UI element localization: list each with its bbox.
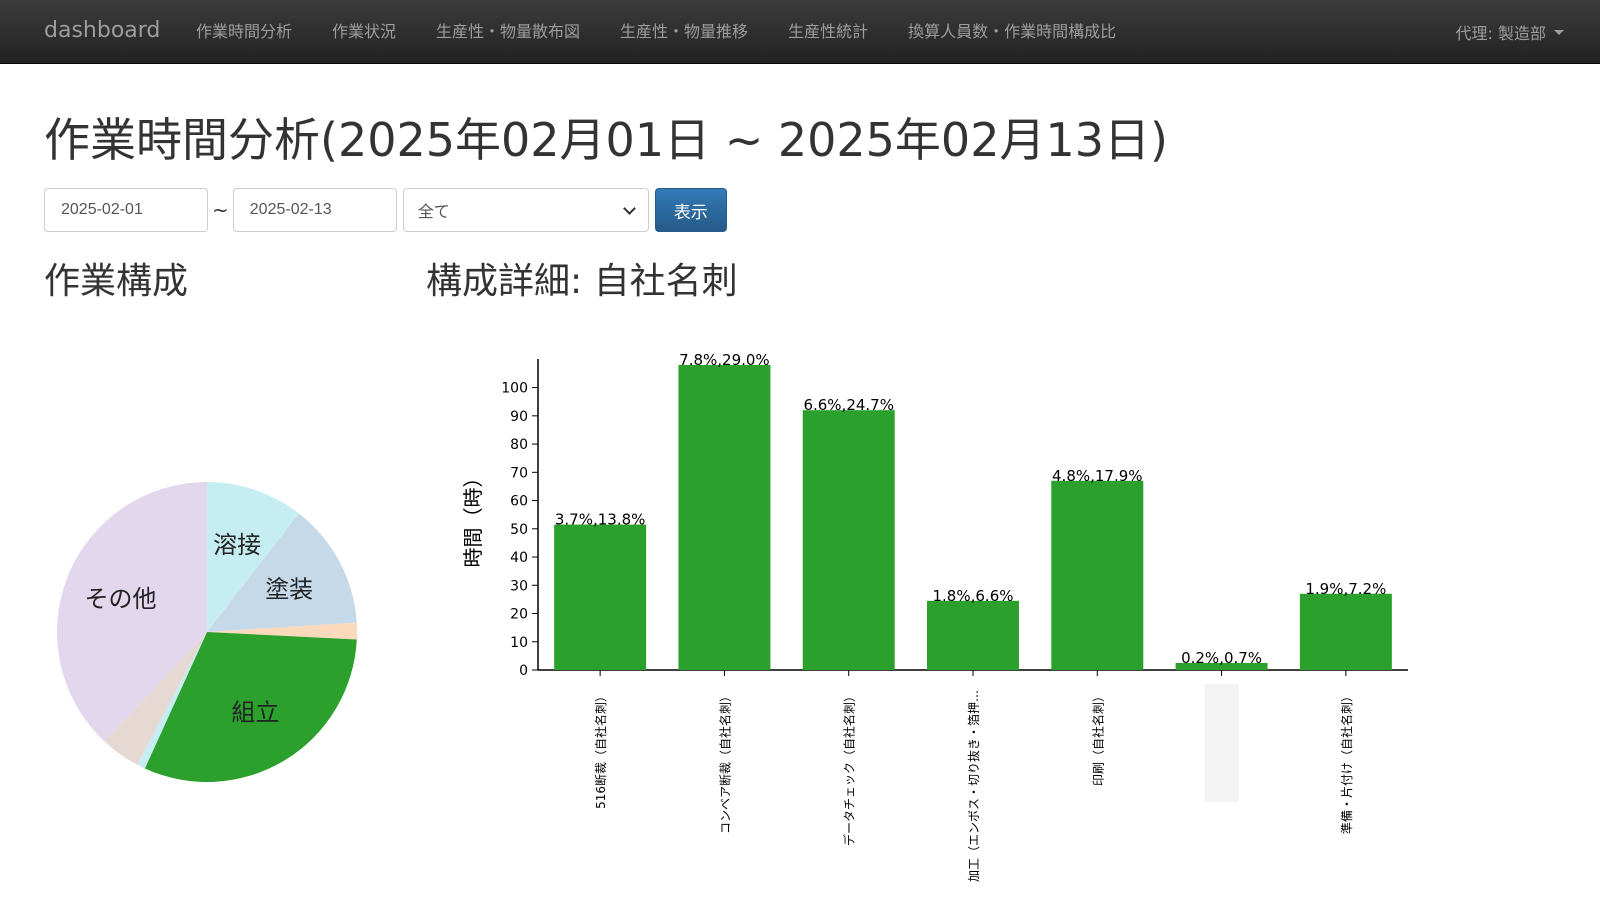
start-date-input[interactable] (44, 188, 208, 232)
x-tick-label: コンベア断裁（自社名刺） (717, 690, 732, 834)
show-button[interactable]: 表示 (654, 188, 727, 232)
x-tick-label: 516断裁（自社名刺） (593, 690, 608, 809)
composition-detail-bar-chart: 0 10 20 30 40 50 60 70 80 90 100 時間（時） 3.7%,13.8% 516… (461, 351, 1408, 882)
y-tick-label: 70 (510, 465, 528, 481)
nav-link-work-time-analysis[interactable]: 作業時間分析 (176, 0, 312, 64)
filter-form: ~ 全て 表示 (44, 188, 727, 232)
bar-data-label: 1.8%,6.6% (933, 587, 1014, 605)
bar (554, 524, 647, 670)
blank-label-placeholder (1204, 684, 1239, 802)
chevron-down-icon (622, 201, 636, 215)
y-tick-label: 10 (510, 635, 528, 651)
nav-link-staffing-composition[interactable]: 換算人員数・作業時間構成比 (888, 0, 1136, 64)
pie-slice-label: 塗装 (265, 575, 313, 603)
y-tick-label: 30 (510, 578, 528, 594)
bar-data-label: 4.8%,17.9% (1052, 467, 1143, 485)
x-tick-label: 加工（エンボス・切り抜き・箔押… (966, 690, 981, 882)
bar-data-label: 1.9%,7.2% (1305, 580, 1386, 598)
bar (1051, 480, 1144, 670)
nav-link-productivity-stats[interactable]: 生産性統計 (768, 0, 888, 64)
category-select[interactable]: 全て (402, 188, 649, 232)
y-tick-label: 90 (510, 409, 528, 425)
y-axis-label: 時間（時） (461, 468, 485, 568)
bar-data-label: 0.2%,0.7% (1181, 649, 1262, 667)
y-tick-label: 60 (510, 494, 528, 510)
bar (927, 600, 1019, 670)
bar-data-label: 6.6%,24.7% (803, 396, 894, 414)
bar (1299, 593, 1392, 670)
bar-data-label: 3.7%,13.8% (555, 511, 646, 529)
work-composition-pie-chart: 溶接塗装組立 その他 (56, 482, 358, 782)
x-tick-label: 印刷（自社名刺） (1090, 690, 1105, 786)
brand-link[interactable]: dashboard (44, 17, 160, 45)
y-tick-label: 40 (510, 550, 528, 566)
page-title: 作業時間分析(2025年02月01日 ~ 2025年02月13日) (44, 113, 1168, 167)
pie-slice-label: 組立 (231, 698, 279, 726)
pie-slice-label: その他 (85, 585, 157, 613)
pie-slice-label: 溶接 (213, 531, 261, 559)
bar (678, 365, 771, 670)
bar-data-label: 7.8%,29.0% (679, 351, 770, 369)
y-tick-label: 20 (510, 607, 528, 623)
nav-link-productivity-scatter[interactable]: 生産性・物量散布図 (416, 0, 600, 64)
composition-title: 作業構成 (44, 261, 189, 302)
y-tick-label: 50 (510, 522, 528, 538)
user-menu-dropdown[interactable]: 代理: 製造部 (1456, 0, 1564, 64)
nav-link-productivity-trend[interactable]: 生産性・物量推移 (600, 0, 768, 64)
detail-title: 構成詳細: 自社名刺 (426, 261, 738, 302)
date-range-separator: ~ (212, 198, 229, 222)
category-select-value: 全て (417, 202, 450, 221)
nav-link-work-status[interactable]: 作業状況 (312, 0, 416, 64)
bar (802, 410, 895, 670)
y-tick-label: 80 (510, 437, 528, 453)
x-tick-label: データチェック（自社名刺） (842, 690, 857, 846)
caret-down-icon (1554, 29, 1564, 35)
nav-links: 作業時間分析 作業状況 生産性・物量散布図 生産性・物量推移 生産性統計 換算人… (176, 0, 1136, 64)
y-tick-label: 100 (501, 381, 528, 397)
y-tick-label: 0 (519, 663, 528, 679)
x-tick-label: 準備・片付け（自社名刺） (1339, 690, 1354, 834)
top-navbar: dashboard 作業時間分析 作業状況 生産性・物量散布図 生産性・物量推移… (0, 0, 1600, 64)
user-menu-label: 代理: 製造部 (1455, 24, 1546, 43)
end-date-input[interactable] (232, 188, 397, 232)
